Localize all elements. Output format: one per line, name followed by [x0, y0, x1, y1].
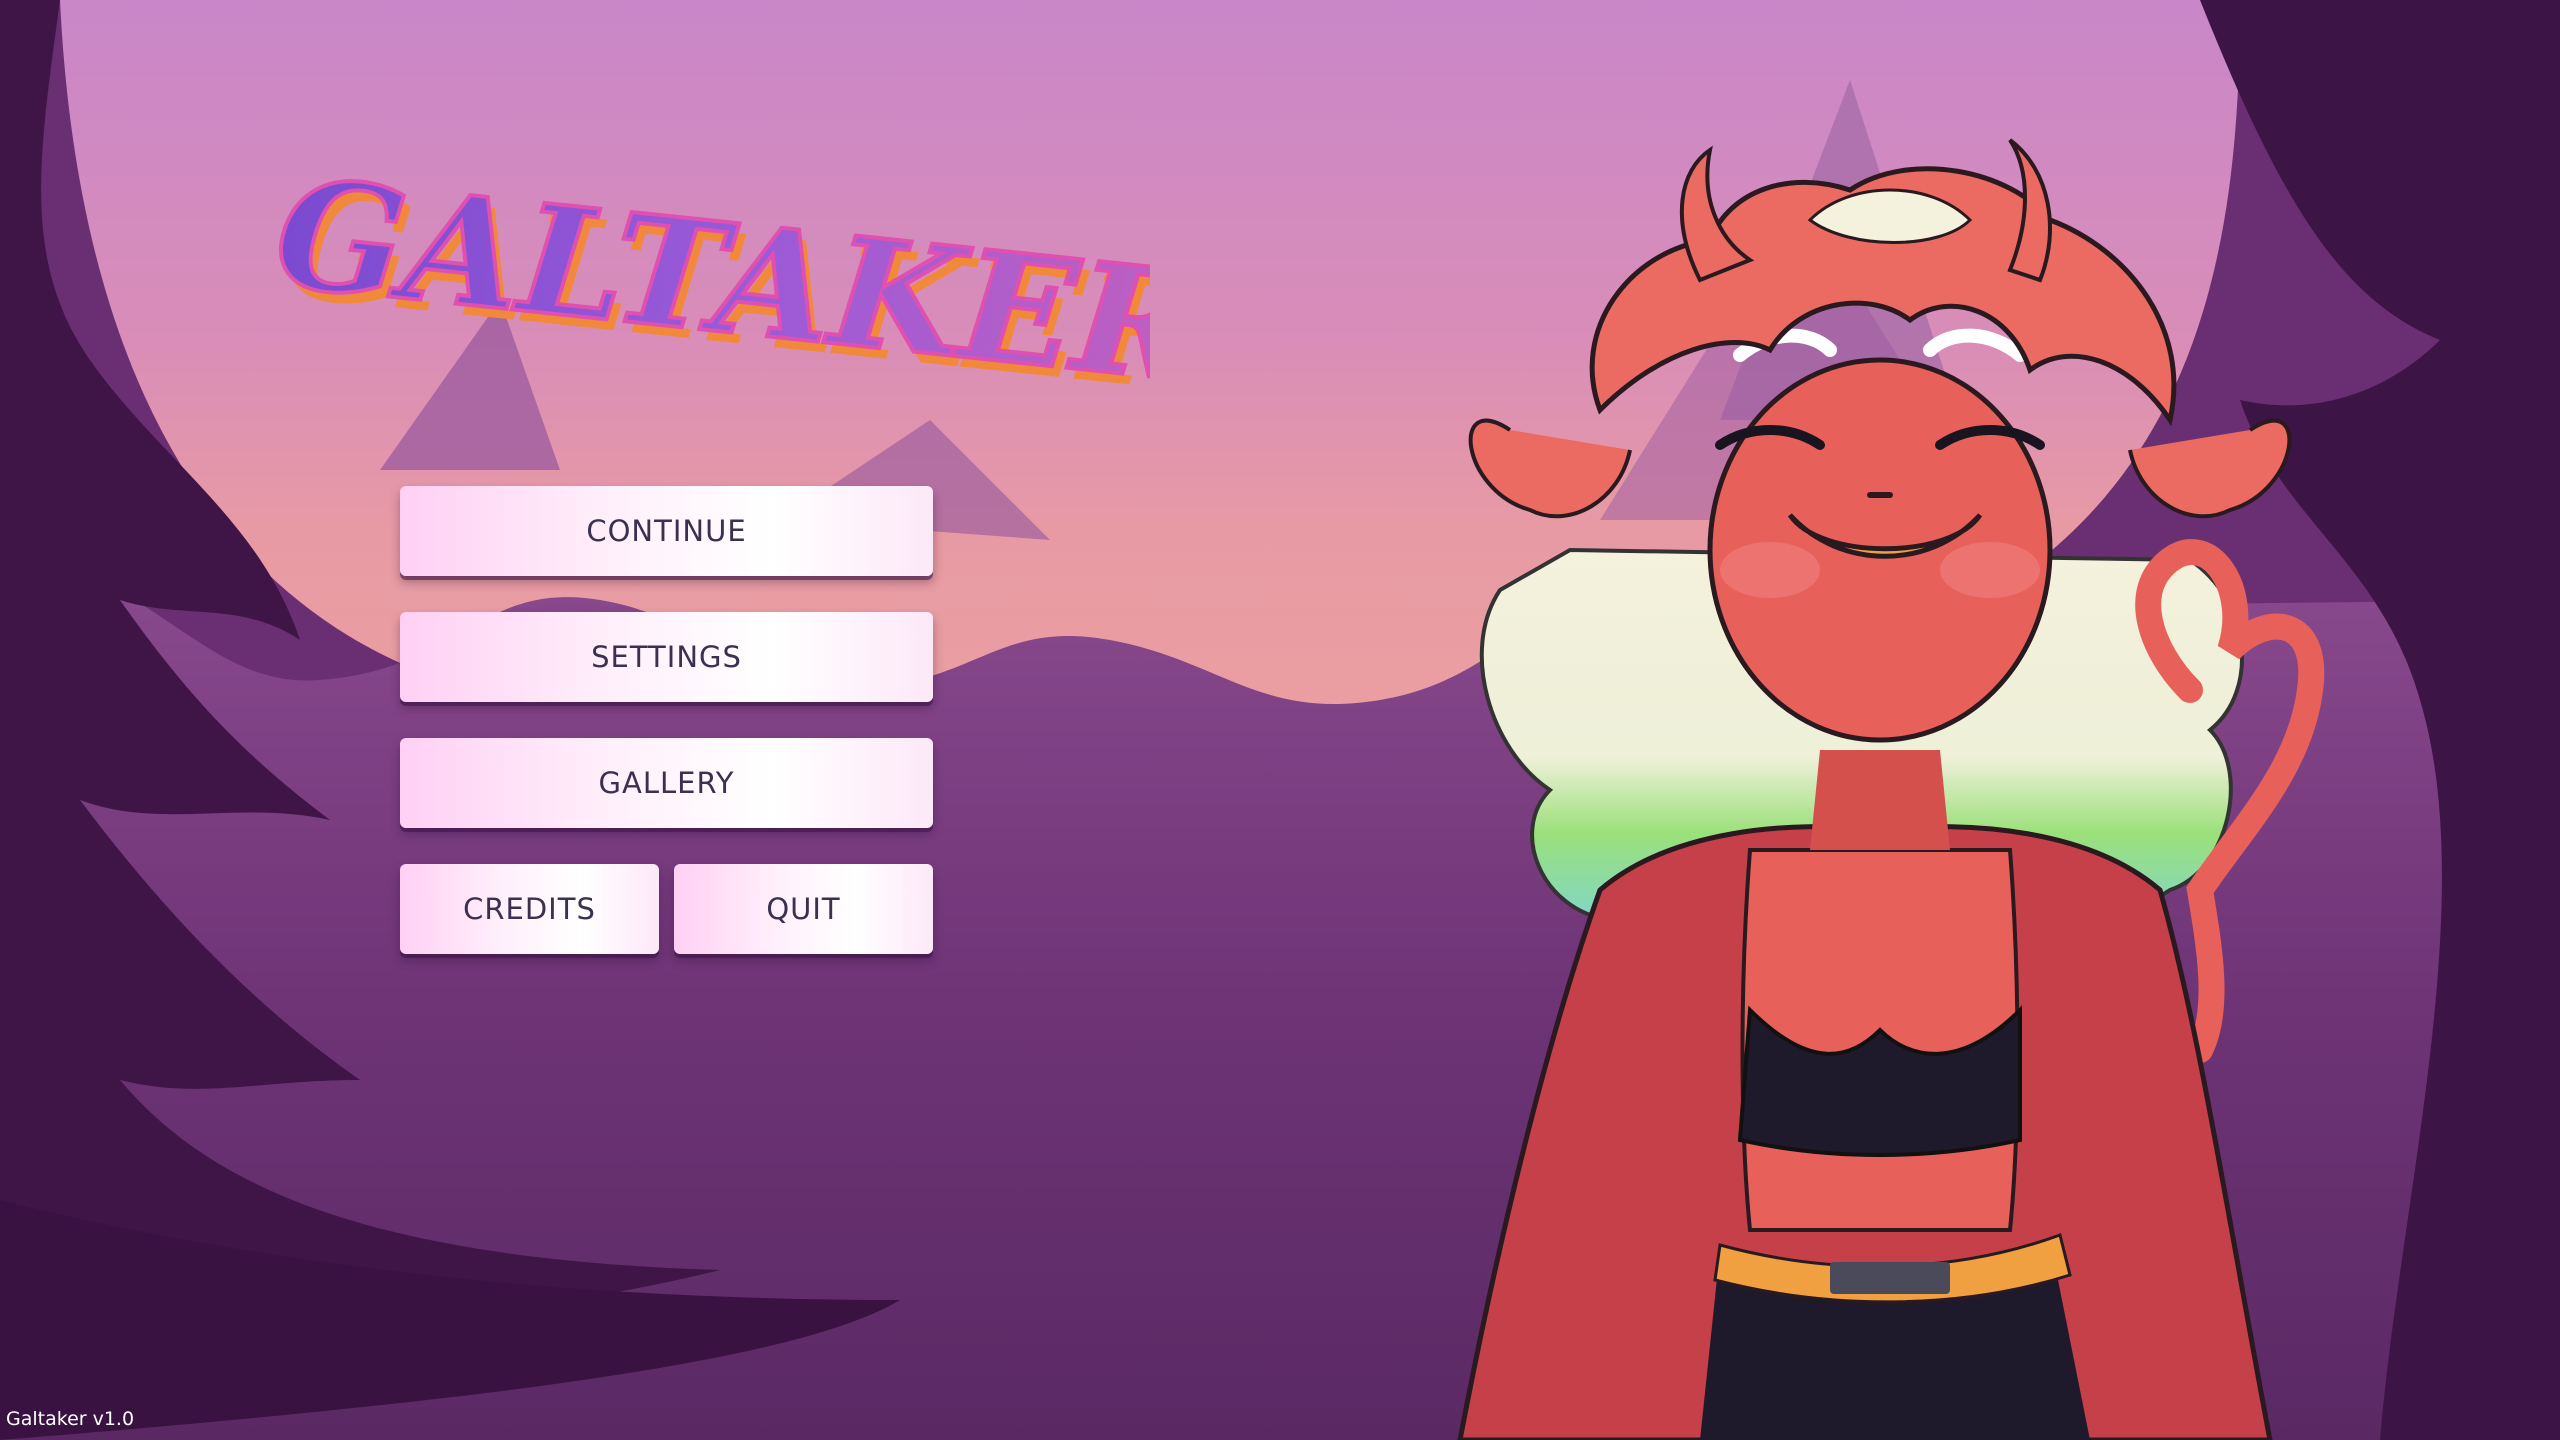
continue-button[interactable]: CONTINUE [400, 486, 933, 576]
version-label: Galtaker v1.0 [6, 1408, 135, 1430]
credits-button[interactable]: CREDITS [400, 864, 659, 954]
galtaker-logo: GALTAKER GALTAKER [270, 150, 1150, 428]
quit-button[interactable]: QUIT [674, 864, 933, 954]
settings-button[interactable]: SETTINGS [400, 612, 933, 702]
logo-title-text: GALTAKER [270, 150, 1150, 417]
gallery-button[interactable]: GALLERY [400, 738, 933, 828]
demon-girl-character [1457, 138, 2325, 1440]
